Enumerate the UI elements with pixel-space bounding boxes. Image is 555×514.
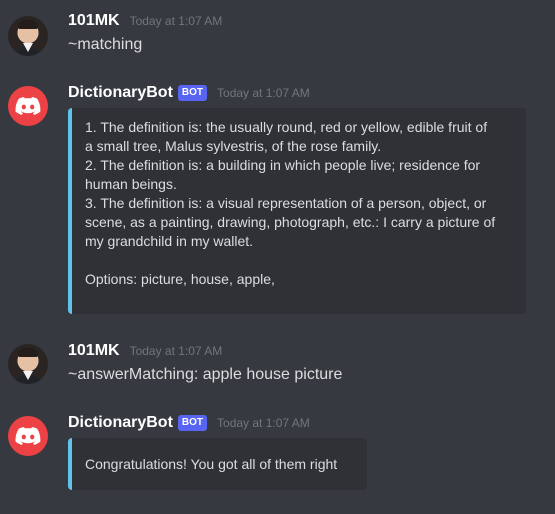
message-content: ~answerMatching: apple house picture: [68, 366, 343, 383]
bot-badge: BOT: [177, 85, 208, 101]
message-header: DictionaryBot BOT Today at 1:07 AM: [68, 84, 310, 102]
username[interactable]: DictionaryBot: [68, 414, 173, 432]
embed-line: 1. The definition is: the usually round,…: [85, 119, 488, 135]
embed-line: my grandchild in my wallet.: [85, 233, 254, 249]
embed-line: 3. The definition is: a visual represent…: [85, 195, 487, 211]
discord-logo-icon: [15, 427, 41, 445]
result-embed: Congratulations! You got all of them rig…: [68, 438, 367, 490]
avatar-hair: [18, 348, 38, 357]
embed-line: Options: picture, house, apple,: [85, 271, 275, 287]
chat-messages: 101MK Today at 1:07 AM ~matching Diction…: [0, 0, 555, 514]
bot-avatar[interactable]: [8, 416, 48, 456]
bot-avatar[interactable]: [8, 86, 48, 126]
timestamp: Today at 1:07 AM: [129, 344, 223, 358]
username[interactable]: 101MK: [68, 342, 120, 360]
message-header: 101MK Today at 1:07 AM: [68, 12, 222, 30]
user-avatar[interactable]: [8, 344, 48, 384]
embed-line: a small tree, Malus sylvestris, of the r…: [85, 138, 382, 154]
embed-line: Congratulations! You got all of them rig…: [85, 456, 338, 472]
message-header: DictionaryBot BOT Today at 1:07 AM: [68, 414, 310, 432]
embed-line: human beings.: [85, 176, 177, 192]
embed-line: 2. The definition is: a building in whic…: [85, 157, 481, 173]
timestamp: Today at 1:07 AM: [217, 86, 310, 100]
bot-badge: BOT: [177, 415, 208, 431]
embed-line: scene, as a painting, drawing, photograp…: [85, 214, 496, 230]
embed-blank-line: [85, 251, 512, 270]
definitions-embed: 1. The definition is: the usually round,…: [68, 108, 526, 314]
username[interactable]: DictionaryBot: [68, 84, 173, 102]
timestamp: Today at 1:07 AM: [217, 416, 310, 430]
timestamp: Today at 1:07 AM: [129, 14, 223, 28]
user-avatar[interactable]: [8, 16, 48, 56]
message-content: ~matching: [68, 36, 143, 53]
avatar-hair: [18, 20, 38, 29]
discord-logo-icon: [15, 97, 41, 115]
username[interactable]: 101MK: [68, 12, 120, 30]
message-header: 101MK Today at 1:07 AM: [68, 342, 222, 360]
